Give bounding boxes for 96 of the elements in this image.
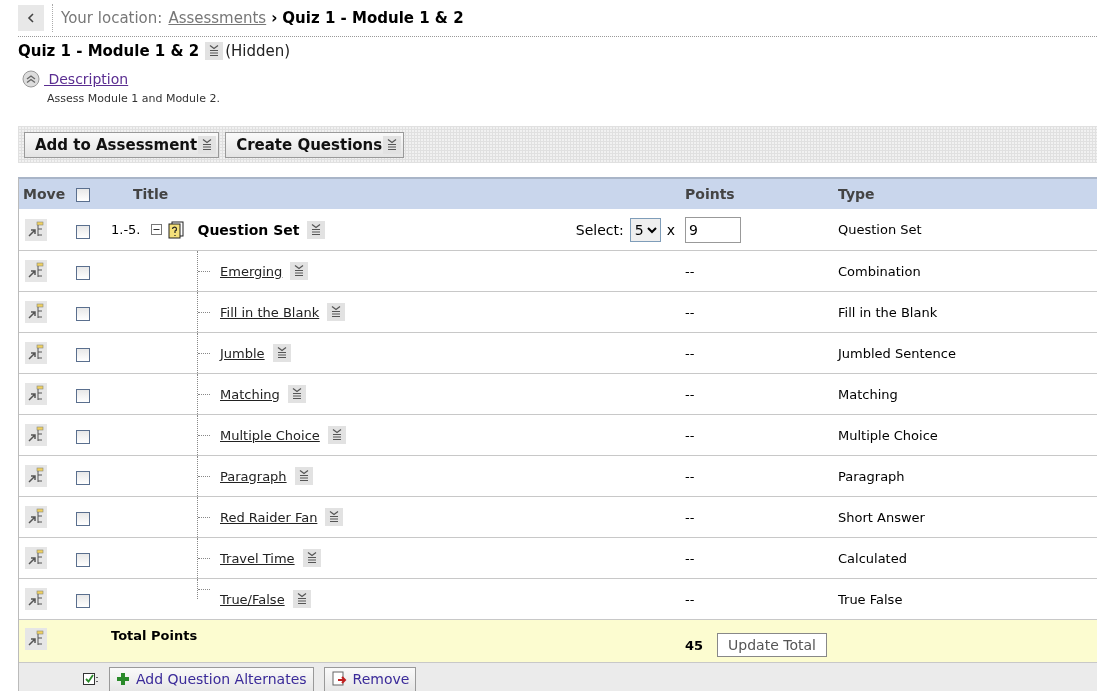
move-icon[interactable] bbox=[25, 383, 47, 405]
description-text: Assess Module 1 and Module 2. bbox=[47, 92, 221, 105]
question-set-icon bbox=[167, 220, 184, 239]
move-icon[interactable] bbox=[25, 424, 47, 446]
type-cell-text: Multiple Choice bbox=[838, 427, 939, 443]
question-link[interactable]: Fill in the Blank bbox=[220, 304, 320, 320]
move-icon[interactable] bbox=[25, 465, 47, 487]
points-cell-text: -- bbox=[685, 591, 696, 607]
menu-icon[interactable] bbox=[325, 508, 344, 526]
question-link[interactable]: Paragraph bbox=[220, 468, 287, 484]
question-link[interactable]: Multiple Choice bbox=[220, 427, 320, 443]
points-cell-text: -- bbox=[685, 509, 696, 525]
menu-icon[interactable] bbox=[287, 385, 306, 403]
type-cell-text: Calculated bbox=[838, 550, 908, 566]
move-icon[interactable] bbox=[25, 342, 47, 364]
menu-icon[interactable] bbox=[198, 135, 217, 154]
column-header: Type bbox=[838, 186, 876, 202]
move-icon[interactable] bbox=[25, 218, 47, 241]
checkbox-icon bbox=[83, 672, 99, 686]
add-to-assessment-button[interactable]: Add to Assessment bbox=[24, 131, 220, 158]
description-link[interactable]: Description bbox=[44, 71, 129, 87]
move-icon[interactable] bbox=[25, 588, 47, 610]
checkbox[interactable] bbox=[76, 307, 90, 321]
add-alternates-button[interactable]: Add Question Alternates bbox=[109, 666, 314, 691]
points-cell-text: -- bbox=[685, 427, 696, 443]
question-link[interactable]: Red Raider Fan bbox=[220, 509, 318, 525]
breadcrumb-link[interactable]: Assessments bbox=[168, 9, 267, 27]
collapse-icon[interactable] bbox=[150, 224, 162, 235]
select-label: Select: bbox=[575, 221, 624, 238]
menu-icon[interactable] bbox=[294, 467, 313, 485]
visibility-status: (Hidden) bbox=[225, 42, 291, 60]
checkbox[interactable] bbox=[76, 594, 90, 608]
checkbox[interactable] bbox=[76, 224, 90, 239]
total-label: Total Points bbox=[110, 628, 199, 643]
type-cell-text: True False bbox=[838, 591, 904, 607]
menu-icon[interactable] bbox=[205, 42, 224, 60]
menu-icon[interactable] bbox=[307, 220, 326, 239]
column-header: Points bbox=[685, 186, 736, 202]
breadcrumb-separator: › bbox=[271, 9, 278, 27]
question-number: 1.-5. bbox=[111, 222, 141, 237]
question-link[interactable]: True/False bbox=[220, 591, 285, 607]
menu-icon[interactable] bbox=[327, 303, 346, 321]
location-label: Your location: bbox=[61, 9, 163, 27]
column-header: Title bbox=[132, 186, 170, 202]
move-icon[interactable] bbox=[25, 506, 47, 528]
type-cell-text: Jumbled Sentence bbox=[838, 345, 957, 361]
question-link[interactable]: Jumble bbox=[220, 345, 265, 361]
count-dropdown[interactable]: 5 bbox=[629, 217, 661, 242]
remove-icon bbox=[330, 671, 347, 687]
collapse-icon[interactable] bbox=[22, 70, 40, 88]
type-cell-text: Short Answer bbox=[838, 509, 926, 525]
type-cell-text: Fill in the Blank bbox=[838, 304, 939, 320]
remove-button[interactable]: Remove bbox=[323, 666, 417, 691]
update-total-button[interactable]: Update Total bbox=[717, 633, 827, 657]
checkbox[interactable] bbox=[76, 430, 90, 444]
question-link[interactable]: Matching bbox=[220, 386, 280, 402]
type-cell-text: Question Set bbox=[838, 222, 923, 237]
move-icon[interactable] bbox=[25, 260, 47, 282]
type-cell-text: Paragraph bbox=[838, 468, 906, 484]
checkbox[interactable] bbox=[76, 512, 90, 526]
checkbox[interactable] bbox=[76, 553, 90, 567]
checkbox[interactable] bbox=[76, 471, 90, 485]
menu-icon[interactable] bbox=[290, 262, 309, 280]
menu-icon[interactable] bbox=[383, 135, 402, 154]
points-cell-text: -- bbox=[685, 263, 696, 279]
multiply-sign: x bbox=[666, 221, 675, 238]
points-cell-text: -- bbox=[685, 386, 696, 402]
points-cell-text: -- bbox=[685, 468, 696, 484]
menu-icon[interactable] bbox=[302, 549, 321, 567]
quiz-title: Quiz 1 - Module 1 & 2 bbox=[18, 42, 200, 60]
move-icon[interactable] bbox=[25, 547, 47, 569]
move-icon[interactable] bbox=[25, 628, 47, 650]
checkbox[interactable] bbox=[76, 348, 90, 362]
question-link[interactable]: Emerging bbox=[220, 263, 283, 279]
column-header: Move bbox=[22, 186, 67, 202]
menu-icon[interactable] bbox=[327, 426, 346, 444]
breadcrumb-current: Quiz 1 - Module 1 & 2 bbox=[282, 9, 464, 27]
points-cell-text: -- bbox=[685, 304, 696, 320]
type-cell-text: Matching bbox=[838, 386, 899, 402]
question-link[interactable]: Travel Time bbox=[220, 550, 295, 566]
move-icon[interactable] bbox=[25, 301, 47, 323]
points-cell-text: -- bbox=[685, 550, 696, 566]
plus-icon bbox=[116, 672, 130, 686]
question-set-title: Question Set bbox=[197, 221, 300, 238]
chevron-left-icon bbox=[27, 13, 35, 23]
points-cell-text: -- bbox=[685, 345, 696, 361]
menu-icon[interactable] bbox=[272, 344, 291, 362]
checkbox[interactable] bbox=[76, 266, 90, 280]
points-input[interactable]: 9 bbox=[685, 216, 741, 243]
checkbox[interactable] bbox=[76, 188, 90, 202]
checkbox[interactable] bbox=[76, 389, 90, 403]
menu-icon[interactable] bbox=[292, 590, 311, 608]
back-button[interactable] bbox=[18, 5, 44, 31]
type-cell-text: Combination bbox=[838, 263, 922, 279]
total-points: 45 bbox=[685, 637, 704, 653]
create-questions-button[interactable]: Create Questions bbox=[225, 131, 405, 158]
